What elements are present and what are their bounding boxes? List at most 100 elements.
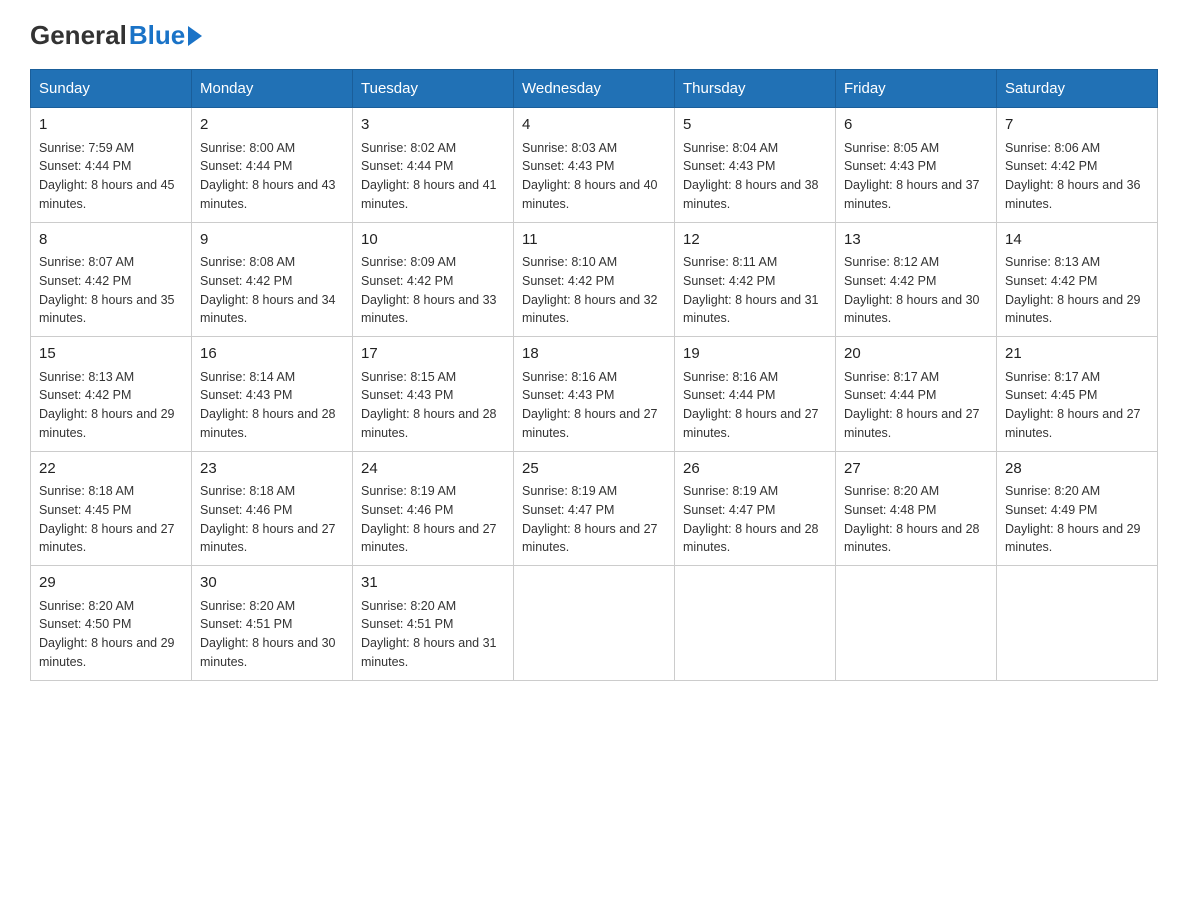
day-cell: 4 Sunrise: 8:03 AMSunset: 4:43 PMDaylight…: [514, 108, 675, 223]
day-info: Sunrise: 8:20 AMSunset: 4:50 PMDaylight:…: [39, 599, 175, 669]
day-number: 17: [361, 343, 505, 366]
day-cell: [675, 566, 836, 681]
week-row-3: 15 Sunrise: 8:13 AMSunset: 4:42 PMDayligh…: [31, 337, 1158, 452]
day-number: 5: [683, 114, 827, 137]
day-cell: 20 Sunrise: 8:17 AMSunset: 4:44 PMDayligh…: [836, 337, 997, 452]
day-info: Sunrise: 8:07 AMSunset: 4:42 PMDaylight:…: [39, 255, 175, 325]
header: General Blue: [30, 20, 1158, 51]
day-info: Sunrise: 8:14 AMSunset: 4:43 PMDaylight:…: [200, 370, 336, 440]
day-number: 3: [361, 114, 505, 137]
day-number: 10: [361, 229, 505, 252]
calendar-table: SundayMondayTuesdayWednesdayThursdayFrid…: [30, 69, 1158, 681]
day-cell: 6 Sunrise: 8:05 AMSunset: 4:43 PMDaylight…: [836, 108, 997, 223]
day-info: Sunrise: 8:17 AMSunset: 4:44 PMDaylight:…: [844, 370, 980, 440]
day-number: 7: [1005, 114, 1149, 137]
day-number: 8: [39, 229, 183, 252]
day-number: 30: [200, 572, 344, 595]
day-number: 28: [1005, 458, 1149, 481]
day-number: 15: [39, 343, 183, 366]
week-row-5: 29 Sunrise: 8:20 AMSunset: 4:50 PMDayligh…: [31, 566, 1158, 681]
day-number: 25: [522, 458, 666, 481]
day-info: Sunrise: 8:20 AMSunset: 4:49 PMDaylight:…: [1005, 484, 1141, 554]
col-header-wednesday: Wednesday: [514, 70, 675, 108]
day-info: Sunrise: 8:20 AMSunset: 4:51 PMDaylight:…: [361, 599, 497, 669]
day-number: 1: [39, 114, 183, 137]
day-cell: 29 Sunrise: 8:20 AMSunset: 4:50 PMDayligh…: [31, 566, 192, 681]
day-info: Sunrise: 8:20 AMSunset: 4:48 PMDaylight:…: [844, 484, 980, 554]
week-row-4: 22 Sunrise: 8:18 AMSunset: 4:45 PMDayligh…: [31, 451, 1158, 566]
day-info: Sunrise: 8:13 AMSunset: 4:42 PMDaylight:…: [39, 370, 175, 440]
day-info: Sunrise: 8:19 AMSunset: 4:47 PMDaylight:…: [522, 484, 658, 554]
day-number: 19: [683, 343, 827, 366]
day-info: Sunrise: 8:15 AMSunset: 4:43 PMDaylight:…: [361, 370, 497, 440]
day-cell: 18 Sunrise: 8:16 AMSunset: 4:43 PMDayligh…: [514, 337, 675, 452]
day-number: 4: [522, 114, 666, 137]
day-cell: 19 Sunrise: 8:16 AMSunset: 4:44 PMDayligh…: [675, 337, 836, 452]
day-number: 12: [683, 229, 827, 252]
logo-blue-text: Blue: [129, 20, 185, 51]
day-cell: 10 Sunrise: 8:09 AMSunset: 4:42 PMDayligh…: [353, 222, 514, 337]
day-number: 13: [844, 229, 988, 252]
day-cell: 16Sunrise: 8:14 AMSunset: 4:43 PMDayligh…: [192, 337, 353, 452]
day-number: 29: [39, 572, 183, 595]
col-header-saturday: Saturday: [997, 70, 1158, 108]
week-row-2: 8 Sunrise: 8:07 AMSunset: 4:42 PMDaylight…: [31, 222, 1158, 337]
logo: General Blue: [30, 20, 202, 51]
day-cell: 26 Sunrise: 8:19 AMSunset: 4:47 PMDayligh…: [675, 451, 836, 566]
logo-blue-part: Blue: [129, 20, 202, 51]
day-info: Sunrise: 8:16 AMSunset: 4:44 PMDaylight:…: [683, 370, 819, 440]
day-info: Sunrise: 8:19 AMSunset: 4:47 PMDaylight:…: [683, 484, 819, 554]
day-cell: 9 Sunrise: 8:08 AMSunset: 4:42 PMDaylight…: [192, 222, 353, 337]
day-cell: 30 Sunrise: 8:20 AMSunset: 4:51 PMDayligh…: [192, 566, 353, 681]
day-number: 26: [683, 458, 827, 481]
day-info: Sunrise: 8:08 AMSunset: 4:42 PMDaylight:…: [200, 255, 336, 325]
day-cell: [997, 566, 1158, 681]
day-number: 20: [844, 343, 988, 366]
day-info: Sunrise: 8:00 AMSunset: 4:44 PMDaylight:…: [200, 141, 336, 211]
day-number: 9: [200, 229, 344, 252]
day-cell: 23 Sunrise: 8:18 AMSunset: 4:46 PMDayligh…: [192, 451, 353, 566]
day-cell: 8 Sunrise: 8:07 AMSunset: 4:42 PMDaylight…: [31, 222, 192, 337]
day-info: Sunrise: 8:18 AMSunset: 4:46 PMDaylight:…: [200, 484, 336, 554]
day-info: Sunrise: 8:20 AMSunset: 4:51 PMDaylight:…: [200, 599, 336, 669]
day-number: 11: [522, 229, 666, 252]
logo-triangle-icon: [188, 26, 202, 46]
day-cell: 2 Sunrise: 8:00 AMSunset: 4:44 PMDaylight…: [192, 108, 353, 223]
day-info: Sunrise: 8:16 AMSunset: 4:43 PMDaylight:…: [522, 370, 658, 440]
week-row-1: 1Sunrise: 7:59 AMSunset: 4:44 PMDaylight…: [31, 108, 1158, 223]
day-info: Sunrise: 8:18 AMSunset: 4:45 PMDaylight:…: [39, 484, 175, 554]
day-info: Sunrise: 8:13 AMSunset: 4:42 PMDaylight:…: [1005, 255, 1141, 325]
day-number: 6: [844, 114, 988, 137]
day-info: Sunrise: 8:03 AMSunset: 4:43 PMDaylight:…: [522, 141, 658, 211]
col-header-friday: Friday: [836, 70, 997, 108]
day-info: Sunrise: 8:04 AMSunset: 4:43 PMDaylight:…: [683, 141, 819, 211]
col-header-sunday: Sunday: [31, 70, 192, 108]
day-cell: [836, 566, 997, 681]
day-cell: 25 Sunrise: 8:19 AMSunset: 4:47 PMDayligh…: [514, 451, 675, 566]
day-cell: 11 Sunrise: 8:10 AMSunset: 4:42 PMDayligh…: [514, 222, 675, 337]
day-number: 18: [522, 343, 666, 366]
day-cell: 3Sunrise: 8:02 AMSunset: 4:44 PMDaylight…: [353, 108, 514, 223]
day-info: Sunrise: 8:05 AMSunset: 4:43 PMDaylight:…: [844, 141, 980, 211]
day-number: 14: [1005, 229, 1149, 252]
day-info: Sunrise: 8:09 AMSunset: 4:42 PMDaylight:…: [361, 255, 497, 325]
day-number: 2: [200, 114, 344, 137]
day-info: Sunrise: 8:10 AMSunset: 4:42 PMDaylight:…: [522, 255, 658, 325]
day-info: Sunrise: 8:19 AMSunset: 4:46 PMDaylight:…: [361, 484, 497, 554]
day-number: 23: [200, 458, 344, 481]
day-number: 24: [361, 458, 505, 481]
day-cell: 27Sunrise: 8:20 AMSunset: 4:48 PMDayligh…: [836, 451, 997, 566]
day-number: 22: [39, 458, 183, 481]
day-cell: 17 Sunrise: 8:15 AMSunset: 4:43 PMDayligh…: [353, 337, 514, 452]
col-header-thursday: Thursday: [675, 70, 836, 108]
header-row: SundayMondayTuesdayWednesdayThursdayFrid…: [31, 70, 1158, 108]
day-info: Sunrise: 8:12 AMSunset: 4:42 PMDaylight:…: [844, 255, 980, 325]
day-cell: 14 Sunrise: 8:13 AMSunset: 4:42 PMDayligh…: [997, 222, 1158, 337]
day-cell: 13 Sunrise: 8:12 AMSunset: 4:42 PMDayligh…: [836, 222, 997, 337]
day-cell: 22 Sunrise: 8:18 AMSunset: 4:45 PMDayligh…: [31, 451, 192, 566]
day-cell: 31Sunrise: 8:20 AMSunset: 4:51 PMDayligh…: [353, 566, 514, 681]
day-cell: 24 Sunrise: 8:19 AMSunset: 4:46 PMDayligh…: [353, 451, 514, 566]
day-cell: 5 Sunrise: 8:04 AMSunset: 4:43 PMDaylight…: [675, 108, 836, 223]
day-cell: 28 Sunrise: 8:20 AMSunset: 4:49 PMDayligh…: [997, 451, 1158, 566]
day-cell: 7Sunrise: 8:06 AMSunset: 4:42 PMDaylight…: [997, 108, 1158, 223]
